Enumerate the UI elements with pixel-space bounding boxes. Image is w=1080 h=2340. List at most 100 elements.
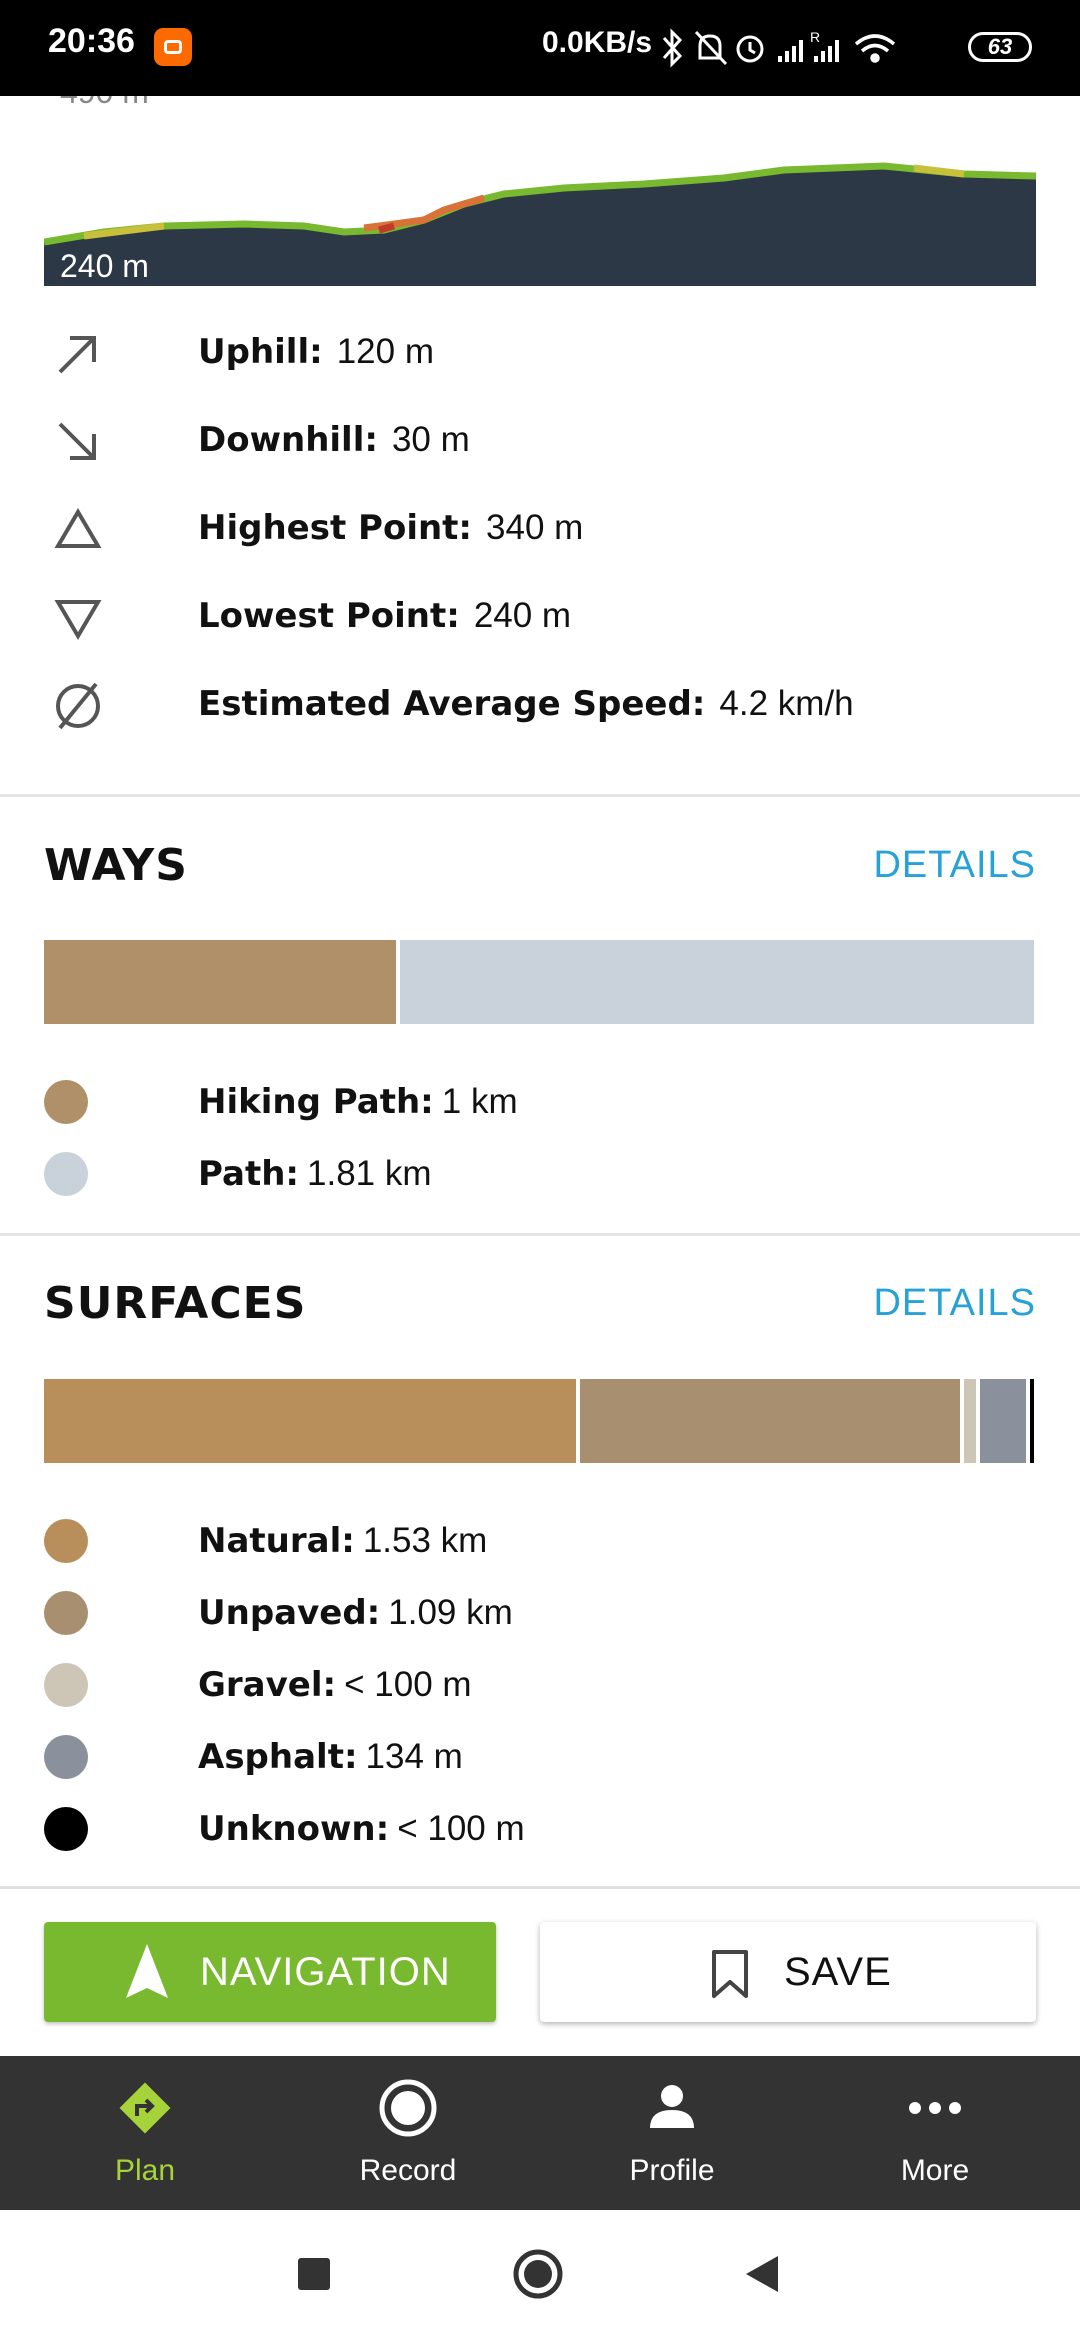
stat-label: Uphill:: [198, 332, 323, 372]
stat-label: Highest Point:: [198, 508, 473, 548]
surfaces-bar[interactable]: [44, 1379, 1034, 1463]
ways-bar[interactable]: [44, 940, 1034, 1024]
tab-label: Profile: [629, 2154, 715, 2187]
legend-item: Asphalt: 134 m: [0, 1729, 1080, 1789]
surfaces-segment-unknown: [1030, 1379, 1034, 1463]
status-time: 20:36: [48, 22, 135, 60]
tab-label: Record: [359, 2154, 457, 2187]
elevation-min-label: 240 m: [60, 248, 149, 284]
save-button[interactable]: SAVE: [540, 1922, 1036, 2022]
elevation-chart[interactable]: [44, 96, 1036, 286]
legend-value: < 100 m: [344, 1665, 472, 1704]
surfaces-segment-natural: [44, 1379, 576, 1463]
back-triangle-icon[interactable]: [742, 2254, 782, 2294]
surfaces-title: SURFACES: [44, 1278, 307, 1329]
average-speed-icon: [56, 682, 100, 730]
legend-item: Path: 1.81 km: [0, 1146, 1080, 1206]
mute-bell-icon: [694, 30, 728, 66]
stat-label: Lowest Point:: [198, 596, 460, 636]
mi-app-icon: [154, 28, 192, 66]
divider: [0, 1233, 1080, 1236]
surfaces-segment-unpaved: [580, 1379, 960, 1463]
legend-dot: [44, 1663, 88, 1707]
bottom-navigation: Plan Record Profile More: [0, 2056, 1080, 2210]
stat-label: Estimated Average Speed:: [198, 684, 706, 724]
home-circle-icon[interactable]: [512, 2248, 564, 2300]
legend-value: 1.81 km: [307, 1154, 432, 1193]
status-bar: 20:36 0.0KB/s R 63: [0, 0, 1080, 96]
elevation-steep-segment-2: [378, 222, 395, 234]
tab-label: More: [900, 2154, 970, 2187]
surfaces-details-link[interactable]: DETAILS: [873, 1282, 1036, 1325]
legend-item: Natural: 1.53 km: [0, 1513, 1080, 1573]
stat-average-speed: Estimated Average Speed: 4.2 km/h: [0, 666, 1080, 746]
svg-text:R: R: [810, 29, 820, 45]
legend-label: Unknown:: [198, 1809, 390, 1849]
ways-segment-path: [400, 940, 1034, 1024]
legend-dot: [44, 1519, 88, 1563]
legend-value: 1.53 km: [362, 1521, 488, 1560]
uphill-arrow-icon: [58, 336, 96, 374]
status-icons: R: [662, 28, 896, 68]
legend-label: Path:: [198, 1154, 300, 1194]
stat-value: 340 m: [486, 508, 584, 547]
navigation-button-label: NAVIGATION: [200, 1950, 451, 1994]
stat-label: Downhill:: [198, 420, 378, 460]
surfaces-segment-gravel: [964, 1379, 976, 1463]
alarm-icon: [736, 35, 764, 63]
action-bar-divider: [0, 1886, 1080, 1889]
more-dots-icon: [909, 2102, 961, 2114]
highest-point-triangle-icon: [54, 508, 102, 548]
surfaces-segment-asphalt: [980, 1379, 1026, 1463]
legend-dot: [44, 1591, 88, 1635]
legend-label: Unpaved:: [198, 1593, 381, 1633]
legend-dot: [44, 1080, 88, 1124]
navigation-button[interactable]: NAVIGATION: [44, 1922, 496, 2022]
network-speed: 0.0KB/s: [542, 26, 653, 59]
legend-value: 1 km: [441, 1082, 518, 1121]
legend-label: Hiking Path:: [198, 1082, 434, 1122]
ways-title: WAYS: [44, 840, 188, 891]
tab-profile[interactable]: Profile: [537, 2056, 807, 2210]
battery-icon: 63: [968, 32, 1032, 62]
divider: [0, 794, 1080, 797]
stat-uphill: Uphill: 120 m: [0, 314, 1080, 394]
legend-value: < 100 m: [397, 1809, 525, 1848]
legend-dot: [44, 1152, 88, 1196]
tab-label: Plan: [114, 2154, 176, 2187]
legend-item: Unknown: < 100 m: [0, 1801, 1080, 1861]
bluetooth-icon: [662, 28, 683, 68]
stat-value: 240 m: [473, 596, 572, 635]
signal-icon: [778, 40, 803, 62]
legend-item: Hiking Path: 1 km: [0, 1074, 1080, 1134]
stat-value: 30 m: [391, 420, 470, 459]
ways-segment-hiking-path: [44, 940, 396, 1024]
legend-label: Gravel:: [198, 1665, 337, 1705]
legend-item: Unpaved: 1.09 km: [0, 1585, 1080, 1645]
stat-lowest-point: Lowest Point: 240 m: [0, 578, 1080, 658]
legend-value: 1.09 km: [388, 1593, 513, 1632]
lowest-point-triangle-icon: [54, 600, 102, 640]
navigation-arrow-icon: [126, 1944, 168, 1998]
system-navigation-bar: [0, 2210, 1080, 2340]
wifi-icon: [854, 34, 896, 63]
bookmark-icon: [712, 1950, 748, 1998]
profile-icon: [650, 2085, 694, 2128]
plan-route-icon: [119, 2082, 171, 2134]
legend-dot: [44, 1807, 88, 1851]
battery-level: 63: [987, 34, 1013, 59]
downhill-arrow-icon: [58, 422, 96, 460]
stat-downhill: Downhill: 30 m: [0, 402, 1080, 482]
legend-item: Gravel: < 100 m: [0, 1657, 1080, 1717]
legend-value: 134 m: [365, 1737, 463, 1776]
ways-details-link[interactable]: DETAILS: [873, 844, 1036, 887]
recents-square-icon[interactable]: [296, 2256, 332, 2292]
save-button-label: SAVE: [784, 1950, 892, 1994]
stat-highest-point: Highest Point: 340 m: [0, 490, 1080, 570]
tab-more[interactable]: More: [800, 2056, 1070, 2210]
legend-label: Natural:: [198, 1521, 355, 1561]
tab-record[interactable]: Record: [273, 2056, 543, 2210]
record-icon: [379, 2079, 437, 2137]
legend-label: Asphalt:: [198, 1737, 358, 1777]
tab-plan[interactable]: Plan: [10, 2056, 280, 2210]
